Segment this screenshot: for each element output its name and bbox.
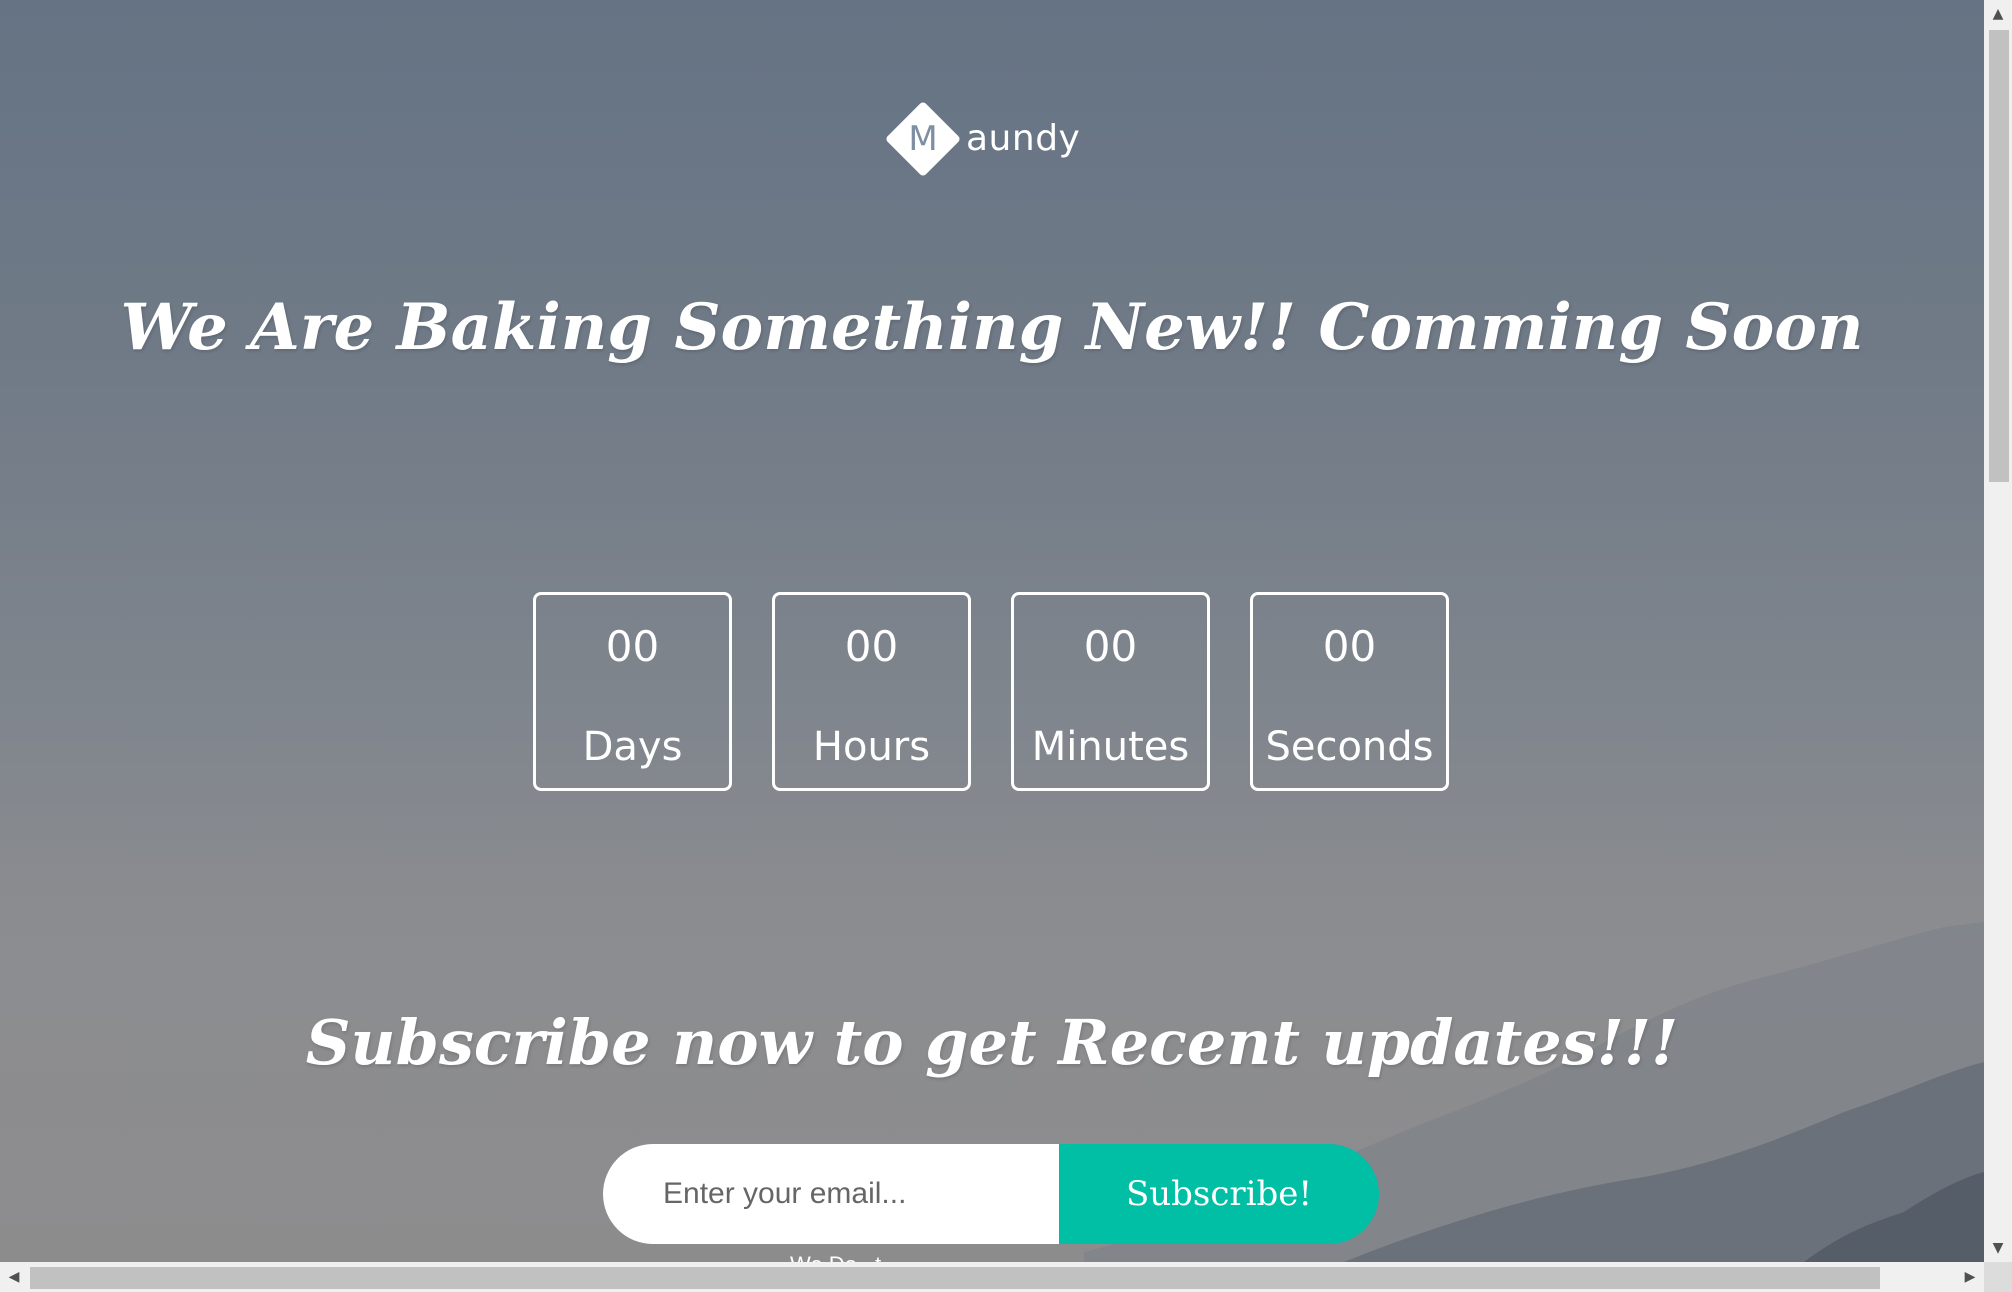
- scroll-up-arrow-icon[interactable]: ▲: [1984, 0, 2012, 28]
- page-headline: We Are Baking Something New!! Comming So…: [120, 290, 1864, 365]
- vertical-scrollbar[interactable]: ▲ ▼: [1984, 0, 2012, 1262]
- countdown-days-label: Days: [582, 724, 683, 770]
- countdown-hours-box: 00 Hours: [772, 592, 971, 791]
- countdown-minutes-label: Minutes: [1031, 724, 1190, 770]
- scroll-down-arrow-icon[interactable]: ▼: [1984, 1234, 2012, 1262]
- countdown-minutes-box: 00 Minutes: [1011, 592, 1210, 791]
- subscribe-button[interactable]: Subscribe!: [1059, 1144, 1379, 1244]
- scrollbar-corner: [1984, 1262, 2012, 1292]
- countdown-seconds-value: 00: [1322, 622, 1377, 671]
- horizontal-scrollbar[interactable]: ◀ ▶: [0, 1262, 1984, 1292]
- horizontal-scroll-thumb[interactable]: [30, 1267, 1880, 1289]
- countdown-days-value: 00: [605, 622, 660, 671]
- subscribe-form: Subscribe!: [603, 1144, 1379, 1244]
- vertical-scroll-thumb[interactable]: [1989, 30, 2009, 482]
- countdown-hours-value: 00: [844, 622, 899, 671]
- countdown-seconds-box: 00 Seconds: [1250, 592, 1449, 791]
- countdown-days-box: 00 Days: [533, 592, 732, 791]
- page-viewport: M aundy We Are Baking Something New!! Co…: [0, 0, 1984, 1262]
- logo-text: aundy: [966, 118, 1081, 159]
- partially-visible-text: We Do...t...: [790, 1252, 900, 1262]
- scroll-left-arrow-icon[interactable]: ◀: [0, 1262, 28, 1292]
- countdown-minutes-value: 00: [1083, 622, 1138, 671]
- site-logo[interactable]: M aundy: [884, 100, 1086, 178]
- scroll-right-arrow-icon[interactable]: ▶: [1956, 1262, 1984, 1292]
- email-input[interactable]: [603, 1144, 1059, 1244]
- countdown-seconds-label: Seconds: [1265, 724, 1434, 770]
- subscribe-heading: Subscribe now to get Recent updates!!!: [305, 1006, 1679, 1079]
- countdown-hours-label: Hours: [812, 724, 931, 770]
- logo-letter: M: [908, 119, 938, 159]
